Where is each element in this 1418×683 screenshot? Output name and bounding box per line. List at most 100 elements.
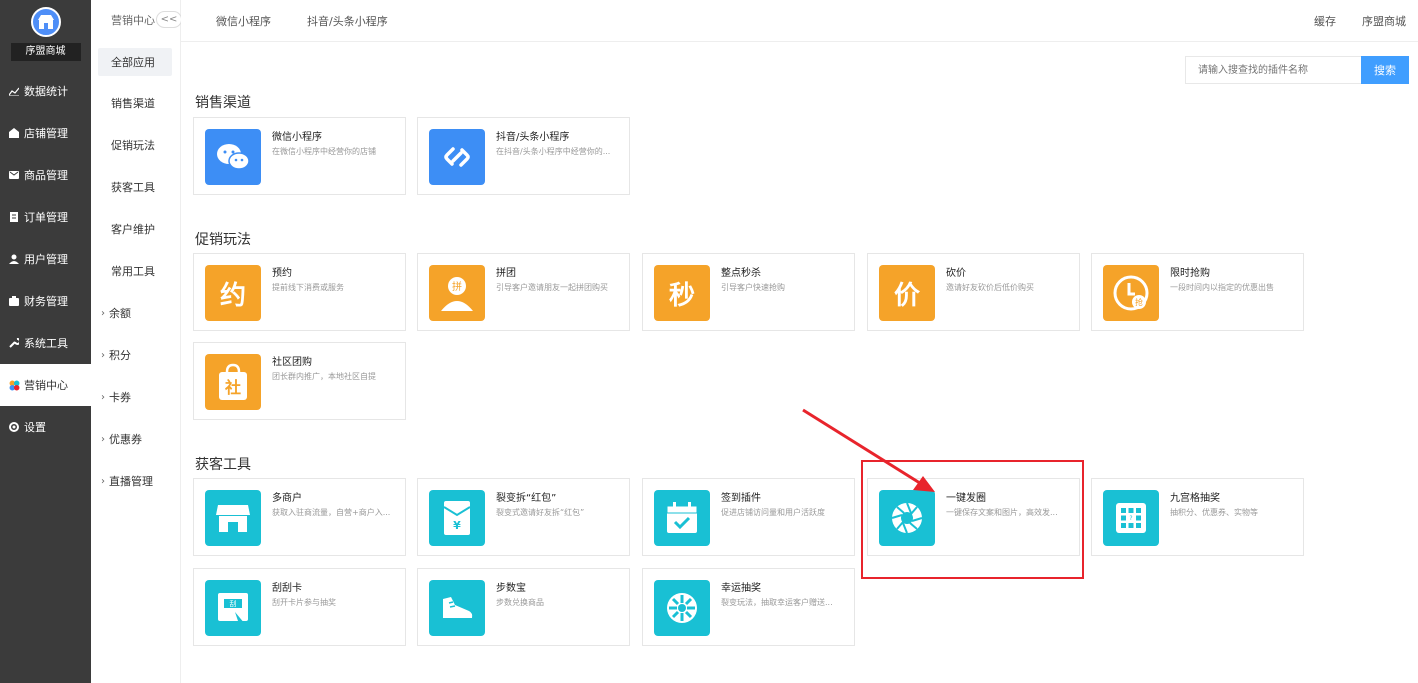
chevron-right-icon: › — [101, 475, 105, 487]
chevron-right-icon: › — [101, 391, 105, 403]
sub-item-label: 卡券 — [109, 391, 131, 404]
sub-item-live[interactable]: › 直播管理 — [91, 460, 180, 502]
nav-marketing-center[interactable]: 营销中心 — [0, 364, 91, 406]
plugin-card-community-group[interactable]: 社 社区团购 团长群内推广，本地社区自提 — [193, 342, 406, 420]
plugin-card-one-click-post[interactable]: 一键发圈 一键保存文案和图片，高效发... — [867, 478, 1080, 556]
plugin-card-scratch-card[interactable]: 刮 刮刮卡 刮开卡片参与抽奖 — [193, 568, 406, 646]
wrench-icon — [8, 337, 20, 349]
nav-label: 订单管理 — [24, 211, 68, 224]
shop-icon — [8, 127, 20, 139]
nav-label: 营销中心 — [24, 379, 68, 392]
nav-settings[interactable]: 设置 — [0, 406, 91, 448]
plugin-card-bargain[interactable]: 价 砍价 邀请好友砍价后低价购买 — [867, 253, 1080, 331]
icon-char: 秒 — [668, 280, 695, 311]
sub-item-label: 直播管理 — [109, 475, 153, 488]
plugin-name: 一键发圈 — [946, 493, 986, 504]
plugin-card-booking[interactable]: 约 预约 提前线下消费或服务 — [193, 253, 406, 331]
flash-sale-icon: 秒 — [654, 265, 710, 321]
plugin-desc: 提前线下消费或服务 — [272, 283, 344, 292]
icon-char: 抢 — [1135, 297, 1143, 307]
chevron-right-icon: › — [101, 433, 105, 445]
plugin-name: 砍价 — [946, 268, 966, 279]
plugin-desc: 获取入驻商流量，自营+商户入... — [272, 508, 391, 517]
red-packet-icon: ¥ — [429, 490, 485, 546]
nav-label: 设置 — [24, 421, 46, 434]
sub-item-sales-channel[interactable]: 销售渠道 — [91, 82, 180, 124]
plugin-card-group-buy[interactable]: 拼 拼团 引导客户邀请朋友一起拼团购买 — [417, 253, 630, 331]
plugin-name: 九宫格抽奖 — [1170, 493, 1220, 504]
aperture-icon — [879, 490, 935, 546]
nav-data-stats[interactable]: 数据统计 — [0, 70, 91, 112]
tab-douyin-miniprogram[interactable]: 抖音/头条小程序 — [307, 13, 388, 29]
plugin-card-limited-time[interactable]: 抢 限时抢购 一段时间内以指定的优惠出售 — [1091, 253, 1304, 331]
plugin-desc: 步数兑换商品 — [496, 598, 544, 607]
sub-item-promotion[interactable]: 促销玩法 — [91, 124, 180, 166]
tab-wechat-miniprogram[interactable]: 微信小程序 — [216, 13, 271, 29]
main-content: 搜索 销售渠道 微信小程序 在微信小程序中经营你的店铺 抖音/头条小程序 在抖音… — [181, 42, 1418, 683]
plugin-desc: 一键保存文案和图片，高效发... — [946, 508, 1058, 517]
wheel-icon — [654, 580, 710, 636]
plugin-desc: 刮开卡片参与抽奖 — [272, 598, 336, 607]
svg-text:¥: ¥ — [453, 519, 461, 532]
plugin-desc: 在微信小程序中经营你的店铺 — [272, 147, 376, 156]
shop-switch-link[interactable]: 序盟商城 — [1362, 13, 1406, 29]
plugin-name: 拼团 — [496, 268, 516, 279]
sub-item-acquisition[interactable]: 获客工具 — [91, 166, 180, 208]
order-icon — [8, 211, 20, 223]
clock-icon: 抢 — [1103, 265, 1159, 321]
plugin-desc: 促进店铺访问量和用户活跃度 — [721, 508, 825, 517]
nav-system-tools[interactable]: 系统工具 — [0, 322, 91, 364]
plugin-card-wechat[interactable]: 微信小程序 在微信小程序中经营你的店铺 — [193, 117, 406, 195]
plugin-card-sign-in[interactable]: 签到插件 促进店铺访问量和用户活跃度 — [642, 478, 855, 556]
plugin-name: 预约 — [272, 268, 292, 279]
nav-goods-manage[interactable]: 商品管理 — [0, 154, 91, 196]
plugin-card-grid-lottery[interactable]: ? 九宫格抽奖 抽积分、优惠券、实物等 — [1091, 478, 1304, 556]
sub-item-common-tools[interactable]: 常用工具 — [91, 250, 180, 292]
icon-char: 约 — [219, 280, 246, 311]
plugin-card-red-packet[interactable]: ¥ 裂变拆“红包” 裂变式邀请好友拆“红包” — [417, 478, 630, 556]
plugin-name: 整点秒杀 — [721, 268, 761, 279]
plugin-card-douyin[interactable]: 抖音/头条小程序 在抖音/头条小程序中经营你的... — [417, 117, 630, 195]
nav-user-manage[interactable]: 用户管理 — [0, 238, 91, 280]
chevron-right-icon: › — [101, 307, 105, 319]
section-title-promotion: 促销玩法 — [195, 232, 251, 248]
marketing-icon — [8, 379, 20, 391]
group-buy-icon: 拼 — [429, 265, 485, 321]
nav-order-manage[interactable]: 订单管理 — [0, 196, 91, 238]
plugin-name: 裂变拆“红包” — [496, 493, 557, 504]
main-sidebar: 序盟商城 数据统计 店铺管理 商品管理 订单管理 用户管理 财务管理 系统工具 … — [0, 0, 91, 683]
nav-shop-manage[interactable]: 店铺管理 — [0, 112, 91, 154]
plugin-card-flash-sale[interactable]: 秒 整点秒杀 引导客户快速抢购 — [642, 253, 855, 331]
sub-item-all-apps[interactable]: 全部应用 — [98, 48, 172, 76]
shoe-icon — [429, 580, 485, 636]
chart-icon — [8, 85, 20, 97]
nav-label: 系统工具 — [24, 337, 68, 350]
plugin-card-lucky-draw[interactable]: 幸运抽奖 裂变玩法，抽取幸运客户赠送... — [642, 568, 855, 646]
bag-icon: 社 — [205, 354, 261, 410]
search-button[interactable]: 搜索 — [1361, 56, 1409, 84]
plugin-desc: 一段时间内以指定的优惠出售 — [1170, 283, 1274, 292]
gear-icon — [8, 421, 20, 433]
finance-icon — [8, 295, 20, 307]
calendar-check-icon — [654, 490, 710, 546]
plugin-card-step-treasure[interactable]: 步数宝 步数兑换商品 — [417, 568, 630, 646]
sub-item-label: 优惠券 — [109, 433, 142, 446]
search-input[interactable] — [1185, 56, 1361, 84]
user-icon — [8, 253, 20, 265]
nav-finance-manage[interactable]: 财务管理 — [0, 280, 91, 322]
cache-link[interactable]: 缓存 — [1314, 13, 1336, 29]
plugin-name: 签到插件 — [721, 493, 761, 504]
plugin-card-multi-merchant[interactable]: 多商户 获取入驻商流量，自营+商户入... — [193, 478, 406, 556]
sub-item-coupon[interactable]: › 优惠券 — [91, 418, 180, 460]
nav-label: 店铺管理 — [24, 127, 68, 140]
sub-item-customer-care[interactable]: 客户维护 — [91, 208, 180, 250]
plugin-name: 步数宝 — [496, 583, 526, 594]
sub-sidebar: 营销中心 << 全部应用 销售渠道 促销玩法 获客工具 客户维护 常用工具 › 余… — [91, 0, 182, 683]
sub-item-label: 积分 — [109, 349, 131, 362]
plugin-desc: 邀请好友砍价后低价购买 — [946, 283, 1034, 292]
sub-item-card-voucher[interactable]: › 卡券 — [91, 376, 180, 418]
sub-item-balance[interactable]: › 余额 — [91, 292, 180, 334]
sub-item-points[interactable]: › 积分 — [91, 334, 180, 376]
collapse-button[interactable]: << — [156, 11, 182, 28]
plugin-desc: 在抖音/头条小程序中经营你的... — [496, 147, 611, 156]
